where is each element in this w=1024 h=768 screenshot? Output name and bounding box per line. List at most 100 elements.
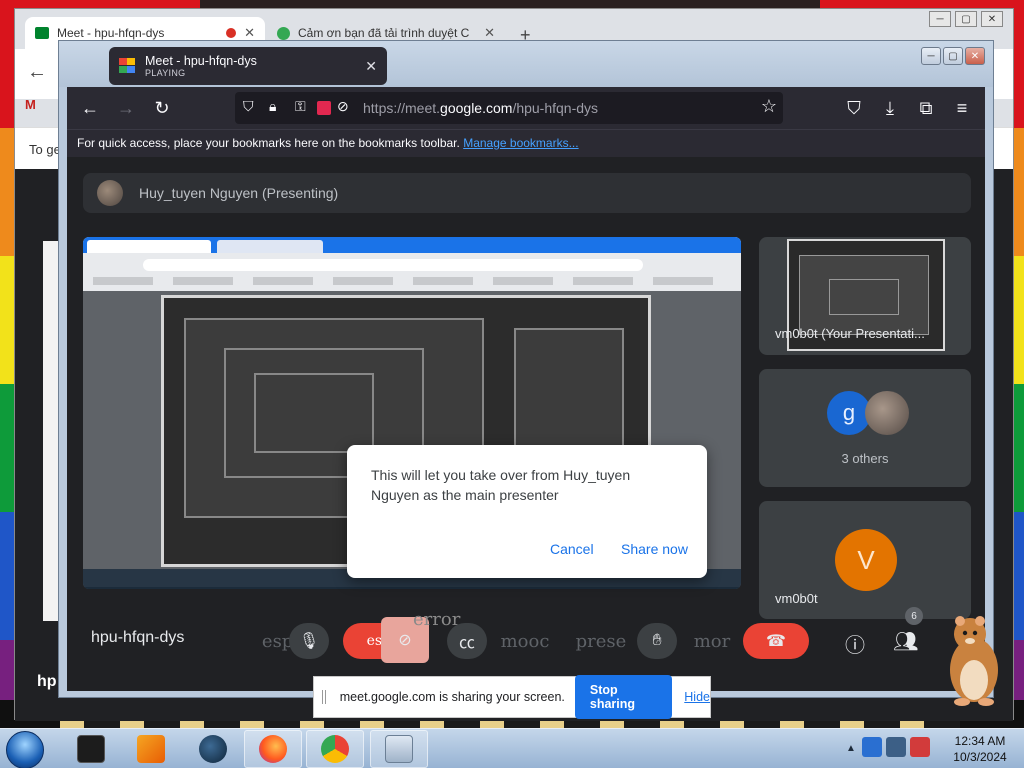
microphone-icon[interactable]: 🎙︎ (289, 623, 329, 659)
close-tab-icon[interactable]: ✕ (484, 25, 495, 41)
broken-label: mor (693, 630, 731, 652)
tab-title: Meet - hpu-hfqn-dys (145, 53, 257, 68)
dialog-message: This will let you take over from Huy_tuy… (371, 467, 631, 503)
cancel-button[interactable]: Cancel (550, 541, 594, 557)
people-icon[interactable]: 👥︎ (893, 629, 918, 654)
background-meeting-code: hp (37, 673, 57, 690)
tray-network-icon[interactable] (886, 737, 906, 757)
meeting-code: hpu-hfqn-dys (91, 629, 185, 646)
bookmark-star-icon[interactable]: ☆ (761, 96, 777, 117)
taskbar-app-media-player[interactable] (122, 730, 180, 768)
firefox-tab-meet[interactable]: Meet - hpu-hfqn-dys PLAYING ✕ (109, 47, 387, 85)
drag-handle-icon[interactable] (322, 690, 326, 704)
shared-screen-taskbar (83, 587, 741, 589)
url-path: /hpu-hfqn-dys (512, 100, 599, 116)
media-player-icon (137, 735, 165, 763)
url-domain: google.com (440, 100, 513, 116)
taskbar-app-screen-capture[interactable] (370, 730, 428, 768)
close-tab-icon[interactable]: ✕ (365, 58, 377, 75)
bookmarks-toolbar: For quick access, place your bookmarks h… (67, 129, 985, 157)
meet-favicon-icon (35, 27, 49, 39)
sharing-message: meet.google.com is sharing your screen. (339, 690, 565, 704)
taskbar-app-chrome[interactable] (306, 730, 364, 768)
shared-screen-urlbar (143, 259, 643, 271)
tile-label: vm0b0t (Your Presentati... (775, 326, 925, 341)
self-presentation-tile[interactable]: vm0b0t (Your Presentati... (759, 237, 971, 355)
start-button[interactable] (6, 731, 44, 768)
firefox-icon (259, 735, 287, 763)
user-avatar: V (835, 529, 897, 591)
taskbar-app-network[interactable] (184, 730, 242, 768)
meet-speaker-icon (119, 58, 137, 74)
manage-bookmarks-link[interactable]: Manage bookmarks... (463, 136, 578, 150)
take-over-presenter-dialog: This will let you take over from Huy_tuy… (347, 445, 707, 578)
camera-blocked-icon[interactable]: ⊘ (337, 98, 349, 115)
clock-date: 10/3/2024 (953, 750, 1007, 764)
shared-screen-browser-chrome (83, 237, 741, 291)
reload-icon[interactable]: ↻ (149, 96, 175, 120)
others-tile[interactable]: g 3 others (759, 369, 971, 487)
shield-icon[interactable]: ⛉ (243, 98, 254, 115)
download-icon[interactable]: ⤓ (877, 96, 903, 120)
screen-share-indicator-icon[interactable] (317, 101, 331, 115)
share-now-button[interactable]: Share now (621, 541, 688, 557)
clock-time: 12:34 AM (954, 734, 1006, 748)
globe-icon (199, 735, 227, 763)
info-icon[interactable]: ⓘ (845, 629, 865, 658)
url-prefix: https://meet. (363, 100, 441, 116)
others-avatars: g (827, 391, 909, 435)
menu-icon[interactable]: ≡ (949, 96, 975, 120)
permissions-icon[interactable]: ⚿ (295, 98, 306, 115)
minimize-icon[interactable]: ─ (921, 47, 941, 65)
forward-arrow-icon[interactable]: → (113, 96, 139, 120)
recursive-screen (254, 373, 374, 453)
stop-sharing-button[interactable]: Stop sharing (574, 675, 673, 719)
firefox-content: ← → ↻ ⛉ 🔒︎ ⚿ ⊘ https://meet.google.com/h… (67, 87, 985, 691)
firefox-titlebar: Meet - hpu-hfqn-dys PLAYING ✕ ─ ▢ ✕ (59, 41, 993, 87)
taskbar-app-firefox[interactable] (244, 730, 302, 768)
url-text[interactable]: https://meet.google.com/hpu-hfqn-dys (363, 100, 598, 116)
captions-icon[interactable]: ㏄ (447, 623, 487, 659)
camera-app-icon (385, 735, 413, 763)
user-tile[interactable]: V vm0b0t (759, 501, 971, 619)
presenter-banner: Huy_tuyen Nguyen (Presenting) (83, 173, 971, 213)
close-icon[interactable]: ✕ (981, 11, 1003, 27)
system-clock[interactable]: 12:34 AM 10/3/2024 (940, 733, 1020, 765)
tile-label: vm0b0t (775, 591, 818, 606)
back-arrow-icon[interactable]: ← (77, 96, 103, 120)
presenter-avatar (97, 180, 123, 206)
maximize-icon[interactable]: ▢ (955, 11, 977, 27)
terminal-icon (77, 735, 105, 763)
recording-dot-icon (226, 28, 237, 38)
taskbar-app-terminal[interactable] (62, 730, 120, 768)
close-icon[interactable]: ✕ (965, 47, 985, 65)
maximize-icon[interactable]: ▢ (943, 47, 963, 65)
shared-screen-bookmarks (93, 277, 713, 285)
tray-volume-icon[interactable] (910, 737, 930, 757)
tile-label: 3 others (841, 451, 889, 466)
show-hidden-icons-icon[interactable]: ▲ (846, 743, 856, 754)
lock-icon[interactable]: 🔒︎ (269, 98, 276, 115)
firefox-toolbar: ← → ↻ ⛉ 🔒︎ ⚿ ⊘ https://meet.google.com/h… (67, 87, 985, 129)
background-info-text: To ge (29, 142, 61, 157)
hamster-pet-icon[interactable] (940, 604, 1004, 708)
people-count-badge: 6 (905, 607, 923, 625)
minimize-icon[interactable]: ─ (929, 11, 951, 27)
screen-sharing-bar: meet.google.com is sharing your screen. … (313, 675, 711, 719)
raise-hand-icon[interactable]: ✋︎ (637, 623, 677, 659)
url-bar[interactable]: ⛉ 🔒︎ ⚿ ⊘ https://meet.google.com/hpu-hfq… (235, 92, 783, 124)
close-tab-icon[interactable]: ✕ (244, 25, 255, 41)
firefox-window: Meet - hpu-hfqn-dys PLAYING ✕ ─ ▢ ✕ ← → … (58, 40, 994, 698)
extensions-icon[interactable]: ⧉ (913, 96, 939, 120)
pocket-icon[interactable]: ⛉ (841, 96, 867, 120)
tab-playing-label: PLAYING (145, 68, 186, 79)
presenter-name: Huy_tuyen Nguyen (Presenting) (139, 185, 339, 201)
back-arrow-icon[interactable]: ← (27, 61, 47, 84)
background-window-controls: ─ ▢ ✕ (929, 11, 1003, 27)
broken-label: prese (575, 630, 627, 652)
end-call-button[interactable]: ☎︎ (743, 623, 809, 659)
tray-app-icon[interactable] (862, 737, 882, 757)
gmail-icon[interactable]: M (25, 97, 36, 112)
hide-link[interactable]: Hide (684, 690, 710, 704)
chrome-favicon-icon (277, 26, 290, 40)
